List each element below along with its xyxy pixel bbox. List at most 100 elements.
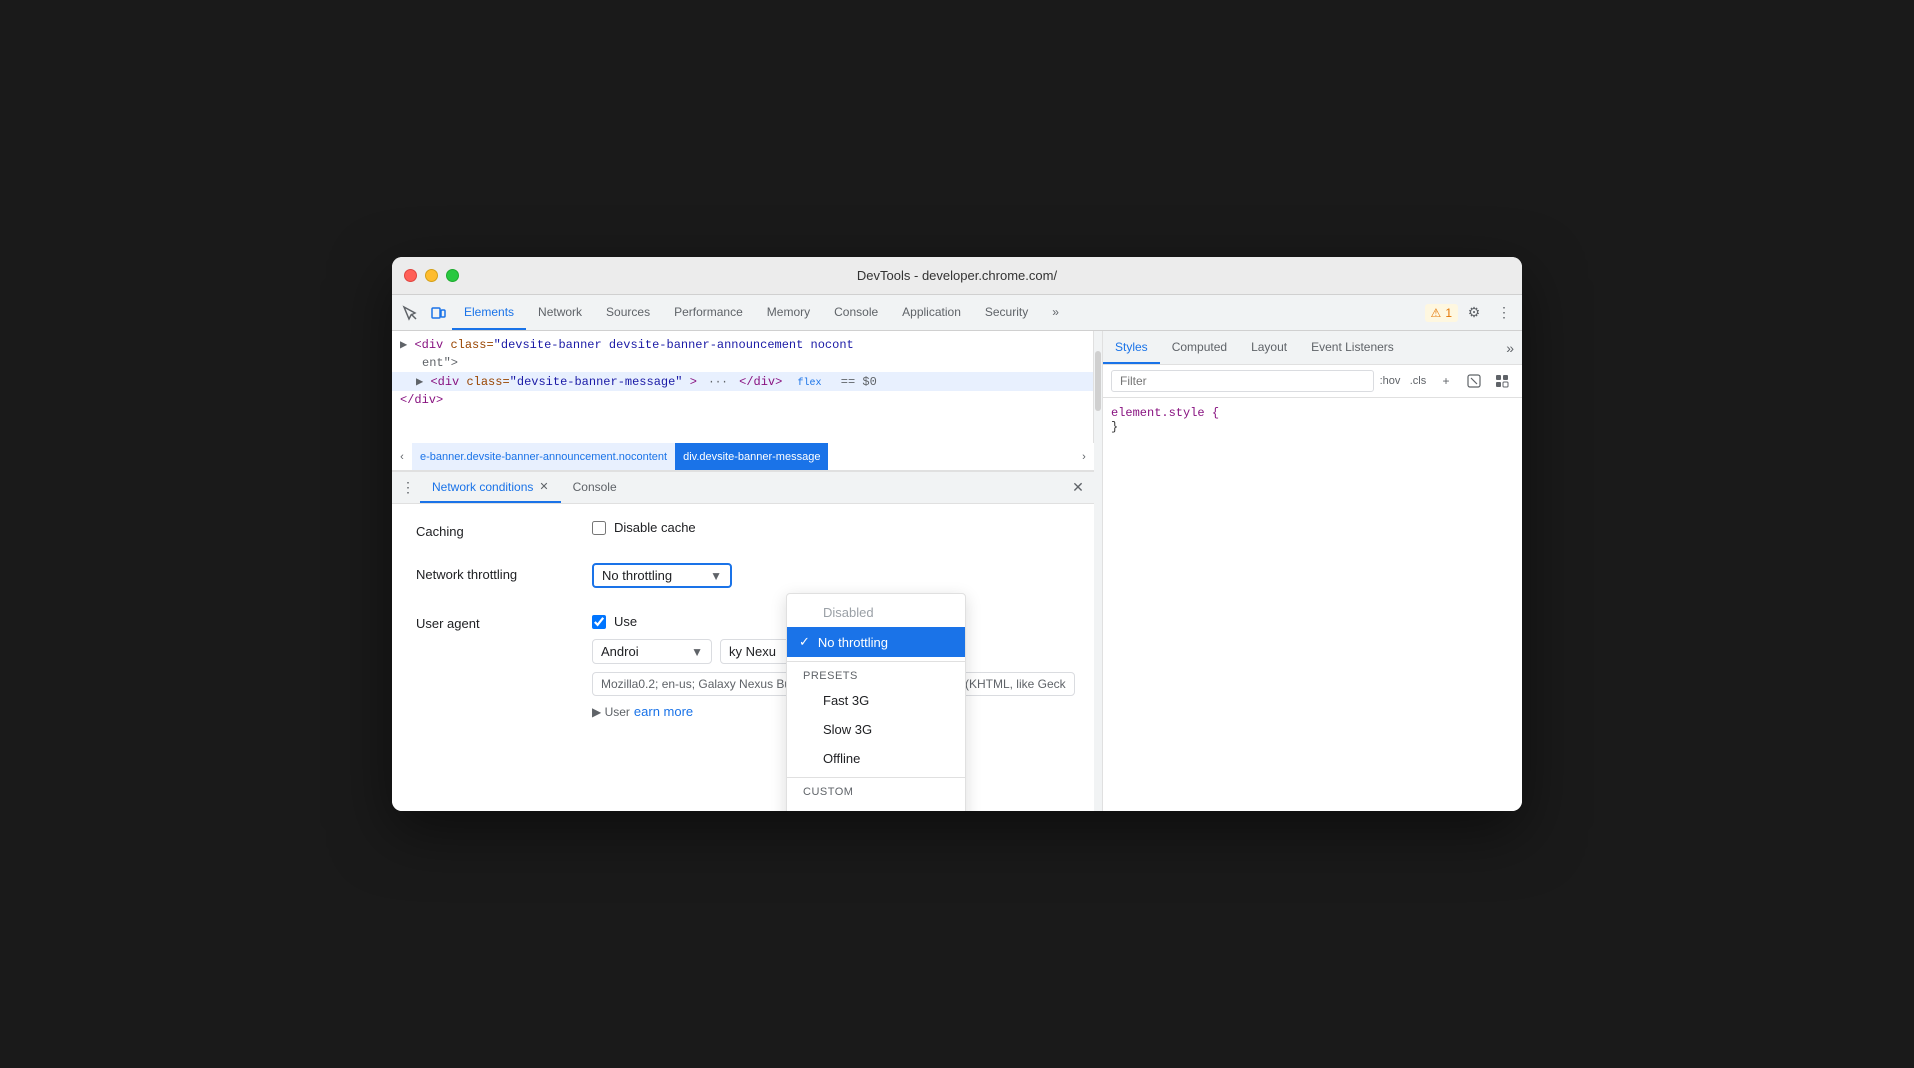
caching-row: Caching Disable cache — [416, 520, 1070, 539]
dropdown-slow3g[interactable]: Slow 3G — [787, 715, 965, 744]
dropdown-offline[interactable]: Offline — [787, 744, 965, 773]
caching-control: Disable cache — [592, 520, 1070, 535]
filter-input[interactable] — [1111, 370, 1374, 392]
left-panel: ▶ <div class="devsite-banner devsite-ban… — [392, 331, 1094, 811]
throttling-label: Network throttling — [416, 563, 576, 582]
offline-label: Offline — [823, 751, 860, 766]
tab-application[interactable]: Application — [890, 295, 973, 330]
toolbar-right: ⚠ 1 ⚙ ⋮ — [1425, 299, 1518, 327]
ua-expand-toggle[interactable]: ▶ User — [592, 705, 630, 719]
learn-more-link[interactable]: earn more — [634, 704, 693, 719]
warning-badge[interactable]: ⚠ 1 — [1425, 304, 1458, 322]
style-selector: element.style { — [1111, 406, 1219, 420]
settings-icon[interactable]: ⚙ — [1460, 299, 1488, 327]
titlebar: DevTools - developer.chrome.com/ — [392, 257, 1522, 295]
tab-layout[interactable]: Layout — [1239, 331, 1299, 364]
breadcrumb-items: e-banner.devsite-banner-announcement.noc… — [412, 443, 1074, 470]
styles-more-tabs[interactable]: » — [1498, 340, 1522, 356]
dropdown-disabled[interactable]: Disabled — [787, 598, 965, 627]
breadcrumb-item-1[interactable]: e-banner.devsite-banner-announcement.noc… — [412, 443, 675, 470]
breadcrumb-bar: ‹ e-banner.devsite-banner-announcement.n… — [392, 443, 1094, 471]
presets-header: Presets — [787, 666, 965, 686]
caching-checkbox[interactable] — [592, 521, 606, 535]
devtools-toolbar: Elements Network Sources Performance Mem… — [392, 295, 1522, 331]
throttling-dropdown: Disabled ✓ No throttling Presets Fast 3G — [786, 593, 966, 811]
style-close-brace: } — [1111, 420, 1118, 434]
dom-panel: ▶ <div class="devsite-banner devsite-ban… — [392, 331, 1094, 443]
ua-input-row: Mozilla 0.2; en-us; Galaxy Nexus Build/I… — [416, 672, 1075, 696]
bottom-tab-bar: ⋮ Network conditions ✕ Console ✕ — [392, 472, 1094, 504]
bottom-section: ⋮ Network conditions ✕ Console ✕ Caching — [392, 471, 1094, 811]
device-toggle-icon[interactable] — [424, 299, 452, 327]
throttling-select[interactable]: No throttling ▼ — [592, 563, 732, 588]
close-button[interactable] — [404, 269, 417, 282]
tab-console[interactable]: Console — [822, 295, 890, 330]
tab-styles[interactable]: Styles — [1103, 331, 1160, 364]
tab-performance[interactable]: Performance — [662, 295, 755, 330]
cls-button[interactable]: .cls — [1406, 369, 1430, 393]
main-content: ▶ <div class="devsite-banner devsite-ban… — [392, 331, 1522, 811]
dom-line-1: ▶ <div class="devsite-banner devsite-ban… — [392, 335, 1093, 354]
ua-expand-row: ▶ User earn more — [416, 704, 693, 719]
tab-network-conditions-close[interactable]: ✕ — [539, 480, 548, 493]
traffic-lights — [404, 269, 459, 282]
ua-input-value: Mozilla — [601, 677, 638, 691]
disabled-label: Disabled — [823, 605, 874, 620]
check-icon: ✓ — [799, 634, 810, 650]
dom-line-indent: ent"> — [392, 354, 1093, 372]
more-icon[interactable]: ⋮ — [1490, 299, 1518, 327]
badge-count: 1 — [1445, 306, 1452, 320]
no-throttling-label: No throttling — [818, 635, 888, 650]
tab-console-label: Console — [573, 480, 617, 494]
throttling-control: No throttling ▼ Disabled ✓ No thr — [592, 563, 1070, 588]
dom-tree[interactable]: ▶ <div class="devsite-banner devsite-ban… — [392, 331, 1093, 443]
tab-network-conditions[interactable]: Network conditions ✕ — [420, 472, 561, 503]
tab-network[interactable]: Network — [526, 295, 594, 330]
tab-elements[interactable]: Elements — [452, 295, 526, 330]
toggle-element-state-button[interactable] — [1462, 369, 1486, 393]
styles-toolbar: :hov .cls + — [1103, 365, 1522, 398]
dropdown-fast3g[interactable]: Fast 3G — [787, 686, 965, 715]
ua-label: User agent — [416, 612, 576, 631]
dropdown-add[interactable]: Add... — [787, 802, 965, 811]
minimize-button[interactable] — [425, 269, 438, 282]
tab-event-listeners[interactable]: Event Listeners — [1299, 331, 1406, 364]
dropdown-no-throttling[interactable]: ✓ No throttling — [787, 627, 965, 657]
dropdown-separator-1 — [787, 661, 965, 662]
devtools-window: DevTools - developer.chrome.com/ Element… — [392, 257, 1522, 811]
maximize-button[interactable] — [446, 269, 459, 282]
caching-checkbox-label: Disable cache — [614, 520, 696, 535]
tab-memory[interactable]: Memory — [755, 295, 822, 330]
fast3g-label: Fast 3G — [823, 693, 869, 708]
ua-checkbox-label: Use — [614, 614, 637, 629]
add-label: Add... — [823, 809, 857, 811]
bottom-tab-dots[interactable]: ⋮ — [396, 474, 420, 502]
dom-line-2[interactable]: ▶ <div class="devsite-banner-message" > … — [392, 372, 1093, 391]
expand-arrow: ▶ — [400, 338, 407, 352]
tab-more[interactable]: » — [1040, 295, 1071, 330]
style-rule: element.style { } — [1111, 406, 1514, 434]
tab-console-bottom[interactable]: Console — [561, 472, 629, 503]
panel-close-button[interactable]: ✕ — [1066, 474, 1090, 502]
dom-line-3: </div> — [392, 391, 1093, 409]
ua-browser-arrow: ▼ — [691, 645, 703, 659]
breadcrumb-right-arrow[interactable]: › — [1074, 443, 1094, 471]
network-conditions-panel: Caching Disable cache Network throttling… — [392, 504, 1094, 811]
ua-checkbox[interactable] — [592, 615, 606, 629]
color-format-button[interactable] — [1490, 369, 1514, 393]
breadcrumb-item-2[interactable]: div.devsite-banner-message — [675, 443, 828, 470]
tab-security[interactable]: Security — [973, 295, 1040, 330]
ua-top-row: User agent Use — [416, 612, 637, 631]
ua-browser-select[interactable]: Androi ▼ — [592, 639, 712, 664]
styles-tabs: Styles Computed Layout Event Listeners » — [1103, 331, 1522, 365]
hov-button[interactable]: :hov — [1378, 369, 1402, 393]
inspect-icon[interactable] — [396, 299, 424, 327]
slow3g-label: Slow 3G — [823, 722, 872, 737]
breadcrumb-left-arrow[interactable]: ‹ — [392, 443, 412, 471]
add-style-button[interactable]: + — [1434, 369, 1458, 393]
main-scrollbar[interactable] — [1094, 331, 1102, 811]
tab-computed[interactable]: Computed — [1160, 331, 1239, 364]
dropdown-separator-2 — [787, 777, 965, 778]
tab-sources[interactable]: Sources — [594, 295, 662, 330]
tab-network-conditions-label: Network conditions — [432, 480, 533, 494]
